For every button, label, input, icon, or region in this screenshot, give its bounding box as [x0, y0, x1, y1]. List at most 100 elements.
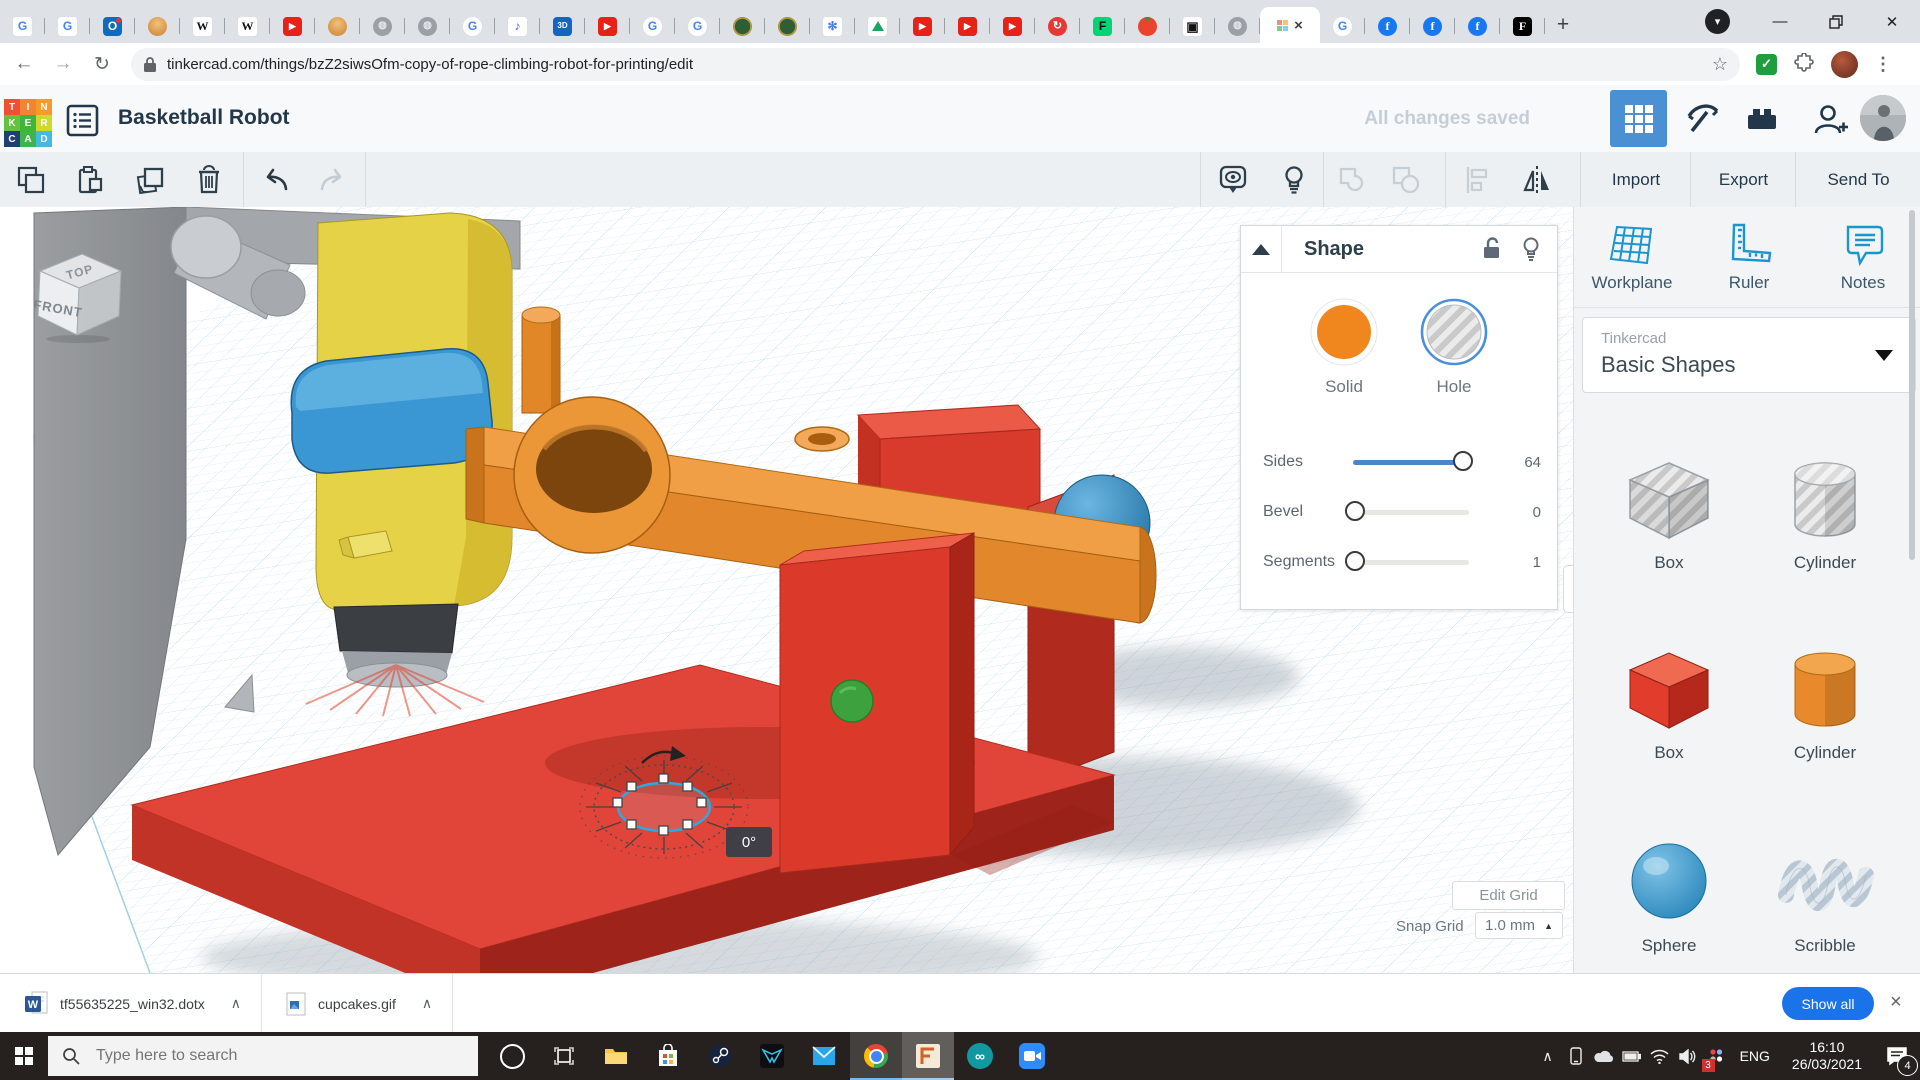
shape-item-cylinder-cyl-orange[interactable]: Cylinder	[1755, 640, 1895, 763]
tinkercad-logo[interactable]: TIN KER CAD	[4, 99, 52, 147]
slider-handle[interactable]	[1345, 501, 1365, 521]
align-icon[interactable]	[1461, 164, 1493, 196]
steam-icon[interactable]	[694, 1032, 746, 1080]
slider-track[interactable]	[1353, 510, 1469, 515]
apps-grid-button[interactable]	[1610, 90, 1667, 147]
microsoft-store-icon[interactable]	[642, 1032, 694, 1080]
tab-close-icon[interactable]: ×	[1294, 17, 1303, 34]
phone-icon[interactable]	[1562, 1032, 1590, 1080]
ungroup-icon[interactable]	[1390, 164, 1422, 196]
omnibox[interactable]: tinkercad.com/things/bzZ2siwsOfm-copy-of…	[131, 48, 1740, 81]
tab-youtube[interactable]: ▶	[900, 9, 945, 43]
task-view-icon[interactable]	[538, 1032, 590, 1080]
design-title[interactable]: Basketball Robot	[118, 106, 290, 130]
view-cube[interactable]: TOP FRONT	[22, 239, 126, 343]
workplane-tool[interactable]: Workplane	[1577, 223, 1687, 293]
notes-tool[interactable]: Notes	[1808, 223, 1918, 293]
app-badge-icon[interactable]: 3	[1702, 1032, 1730, 1080]
zoom-icon[interactable]	[1006, 1032, 1058, 1080]
tab-pet[interactable]	[315, 9, 360, 43]
browser-menu-icon[interactable]: ⋮	[1874, 54, 1892, 75]
action-center-button[interactable]: 4	[1874, 1032, 1920, 1080]
hole-option[interactable]: Hole	[1407, 297, 1501, 397]
shape-item-sphere-sphere[interactable]: Sphere	[1599, 833, 1739, 956]
cortana-icon[interactable]	[486, 1032, 538, 1080]
wifi-icon[interactable]	[1646, 1032, 1674, 1080]
tab-tomato[interactable]	[1125, 9, 1170, 43]
download-item[interactable]: Wtf55635225_win32.dotx∧	[14, 984, 251, 1024]
tab-frame[interactable]: ▣	[1170, 9, 1215, 43]
active-tab-tinkercad[interactable]: ×	[1260, 7, 1320, 43]
undo-icon[interactable]	[259, 164, 291, 196]
language-indicator[interactable]: ENG	[1730, 1048, 1780, 1064]
collapse-panel-button[interactable]	[1241, 226, 1282, 272]
tab-flower[interactable]: ✻	[810, 9, 855, 43]
tab-forbes[interactable]: F	[1500, 9, 1545, 43]
slider-track[interactable]	[1353, 560, 1469, 565]
back-icon[interactable]: ←	[9, 49, 39, 79]
show-all-button[interactable]: Show all	[1782, 987, 1874, 1020]
fusion360-icon[interactable]	[902, 1032, 954, 1080]
tab-google[interactable]: G	[1320, 9, 1365, 43]
volume-icon[interactable]	[1674, 1032, 1702, 1080]
tab-translate[interactable]: G	[45, 9, 90, 43]
tab-outlook[interactable]: O	[90, 9, 135, 43]
mirror-icon[interactable]	[1521, 164, 1553, 196]
taskbar-search[interactable]	[48, 1036, 478, 1076]
unlock-icon[interactable]	[1481, 236, 1503, 260]
extension-check-icon[interactable]: ✓	[1756, 54, 1777, 75]
downloads-close-icon[interactable]: ×	[1890, 991, 1902, 1014]
tab-youtube[interactable]: ▶	[585, 9, 630, 43]
tab-emblem[interactable]	[765, 9, 810, 43]
tab-pet[interactable]	[135, 9, 180, 43]
tab-wikipedia[interactable]: W	[180, 9, 225, 43]
tab-facebook[interactable]: f	[1455, 9, 1500, 43]
download-item[interactable]: cupcakes.gif∧	[276, 984, 442, 1024]
tab-translate[interactable]: G	[0, 9, 45, 43]
chrome-icon[interactable]	[850, 1032, 902, 1080]
tab-facebook[interactable]: f	[1365, 9, 1410, 43]
close-button[interactable]: ✕	[1864, 0, 1920, 43]
tab-audio[interactable]: ♪	[495, 9, 540, 43]
tab-youtube[interactable]: ▶	[990, 9, 1035, 43]
tab-drive[interactable]	[855, 9, 900, 43]
new-tab-button[interactable]: +	[1545, 7, 1581, 43]
solid-option[interactable]: Solid	[1297, 297, 1391, 397]
download-caret-icon[interactable]: ∧	[422, 995, 432, 1012]
reload-icon[interactable]: ↻	[87, 49, 117, 79]
redo-icon[interactable]	[317, 164, 349, 196]
predator-icon[interactable]	[746, 1032, 798, 1080]
forward-icon[interactable]: →	[48, 49, 78, 79]
tab-globe[interactable]: ◍	[360, 9, 405, 43]
tab-emblem[interactable]	[720, 9, 765, 43]
slider-track[interactable]	[1353, 460, 1469, 465]
send-to-button[interactable]: Send To	[1795, 152, 1920, 207]
extensions-puzzle-icon[interactable]	[1793, 53, 1815, 75]
arduino-icon[interactable]: ∞	[954, 1032, 1006, 1080]
slider-handle[interactable]	[1453, 451, 1473, 471]
ruler-tool[interactable]: Ruler	[1694, 223, 1804, 293]
tab-globe[interactable]: ◍	[405, 9, 450, 43]
group-icon[interactable]	[1336, 164, 1368, 196]
add-user-icon[interactable]	[1812, 101, 1850, 139]
slider-handle[interactable]	[1345, 551, 1365, 571]
battery-icon[interactable]	[1618, 1032, 1646, 1080]
tab-google[interactable]: G	[675, 9, 720, 43]
tab-wikipedia[interactable]: W	[225, 9, 270, 43]
tab-google[interactable]: G	[630, 9, 675, 43]
shape-item-cylinder-cyl-hole[interactable]: Cylinder	[1755, 450, 1895, 573]
export-button[interactable]: Export	[1690, 152, 1796, 207]
browser-profile-icon[interactable]: ▾	[1705, 9, 1730, 34]
shape-library-dropdown[interactable]: Tinkercad Basic Shapes	[1582, 317, 1916, 393]
tab-youtube[interactable]: ▶	[270, 9, 315, 43]
tab-facebook[interactable]: f	[1410, 9, 1455, 43]
snap-grid-dropdown[interactable]: 1.0 mm▲	[1475, 912, 1563, 939]
tab-fandom[interactable]: F	[1080, 9, 1125, 43]
file-explorer-icon[interactable]	[590, 1032, 642, 1080]
duplicate-icon[interactable]	[134, 164, 166, 196]
tab-globe[interactable]: ◍	[1215, 9, 1260, 43]
shape-item-box-box-hole[interactable]: Box	[1599, 450, 1739, 573]
lightbulb-icon[interactable]	[1278, 164, 1310, 196]
start-button[interactable]	[0, 1032, 48, 1080]
minimize-button[interactable]: —	[1752, 0, 1808, 43]
